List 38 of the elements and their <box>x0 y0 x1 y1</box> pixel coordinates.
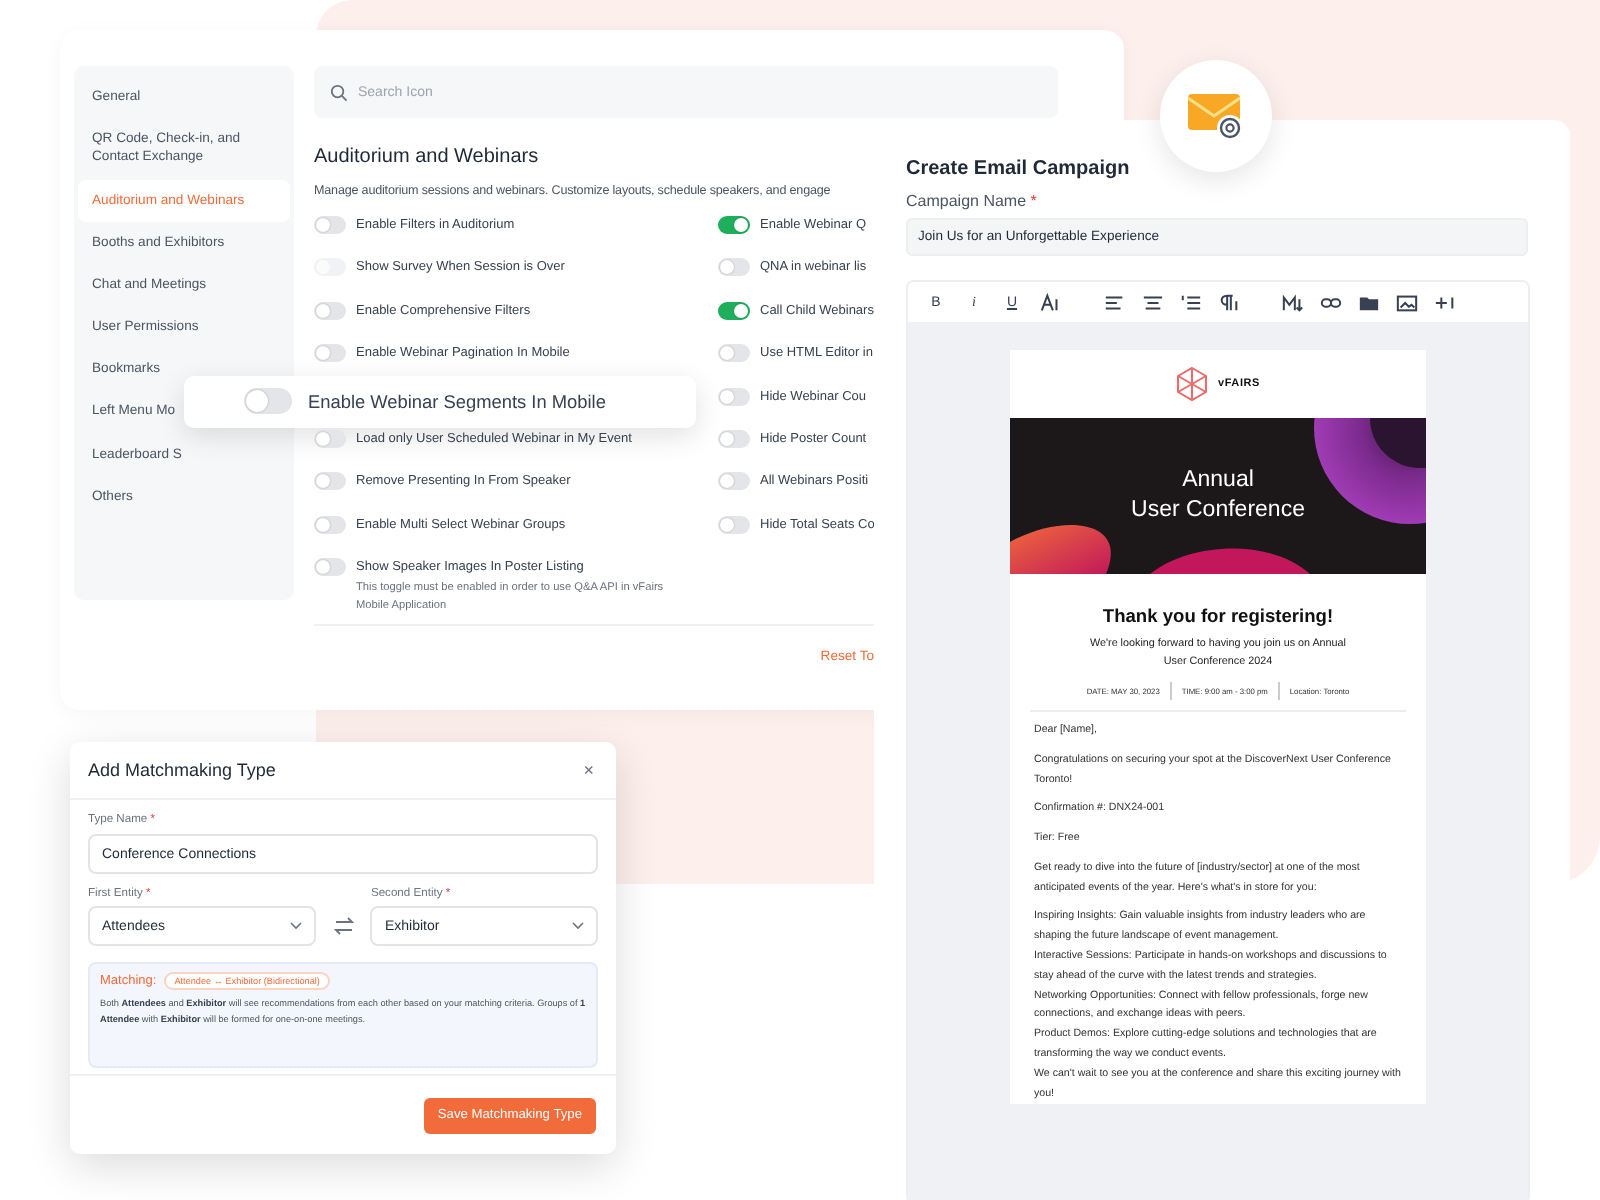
toggle-label: Enable Webinar Segments In Mobile <box>308 391 606 412</box>
toggle-switch[interactable] <box>314 216 346 234</box>
panel-title: Create Email Campaign <box>906 158 1132 180</box>
toggle-switch[interactable] <box>718 344 750 363</box>
toggle-switch[interactable] <box>718 429 750 448</box>
section-title: Auditorium and Webinars <box>314 146 539 168</box>
text-size-icon <box>1039 291 1061 313</box>
toggle-switch[interactable] <box>244 388 292 415</box>
align-left-icon <box>1103 291 1125 313</box>
toggle-switch[interactable] <box>314 301 346 320</box>
banner-title: Annual <box>1180 466 1256 496</box>
swap-arrows-icon <box>333 916 353 936</box>
toggle-switch[interactable] <box>314 558 346 577</box>
toggle-switch[interactable] <box>314 429 346 448</box>
markdown-icon <box>1281 291 1303 313</box>
toggle-switch[interactable] <box>314 515 346 534</box>
close-button[interactable]: × <box>579 760 598 780</box>
paragraph-icon <box>1217 291 1239 313</box>
align-center-icon <box>1141 291 1163 313</box>
chevron-down-icon <box>572 922 584 930</box>
chevron-down-icon <box>289 922 302 930</box>
toggle-switch[interactable] <box>718 515 750 534</box>
dialog-title: Add Matchmaking Type <box>88 760 276 780</box>
toggle-switch[interactable] <box>314 344 346 363</box>
numbered-list-icon <box>1179 291 1201 313</box>
toggle-switch[interactable] <box>314 472 346 491</box>
search-icon <box>330 84 348 102</box>
email-heading: Thank you for registering! <box>1100 606 1336 626</box>
toggle-switch[interactable] <box>718 472 750 491</box>
toggle-switch[interactable] <box>718 216 750 234</box>
toggle-switch[interactable] <box>718 387 750 406</box>
toggle-switch[interactable] <box>718 258 750 277</box>
banner-title: User Conference <box>1131 496 1305 526</box>
hexagon-logo-icon <box>1175 366 1208 402</box>
toggle-switch[interactable] <box>718 301 750 320</box>
field-label: Campaign Name * <box>906 192 1039 210</box>
image-icon <box>1395 291 1417 313</box>
envelope-icon <box>1186 90 1246 142</box>
